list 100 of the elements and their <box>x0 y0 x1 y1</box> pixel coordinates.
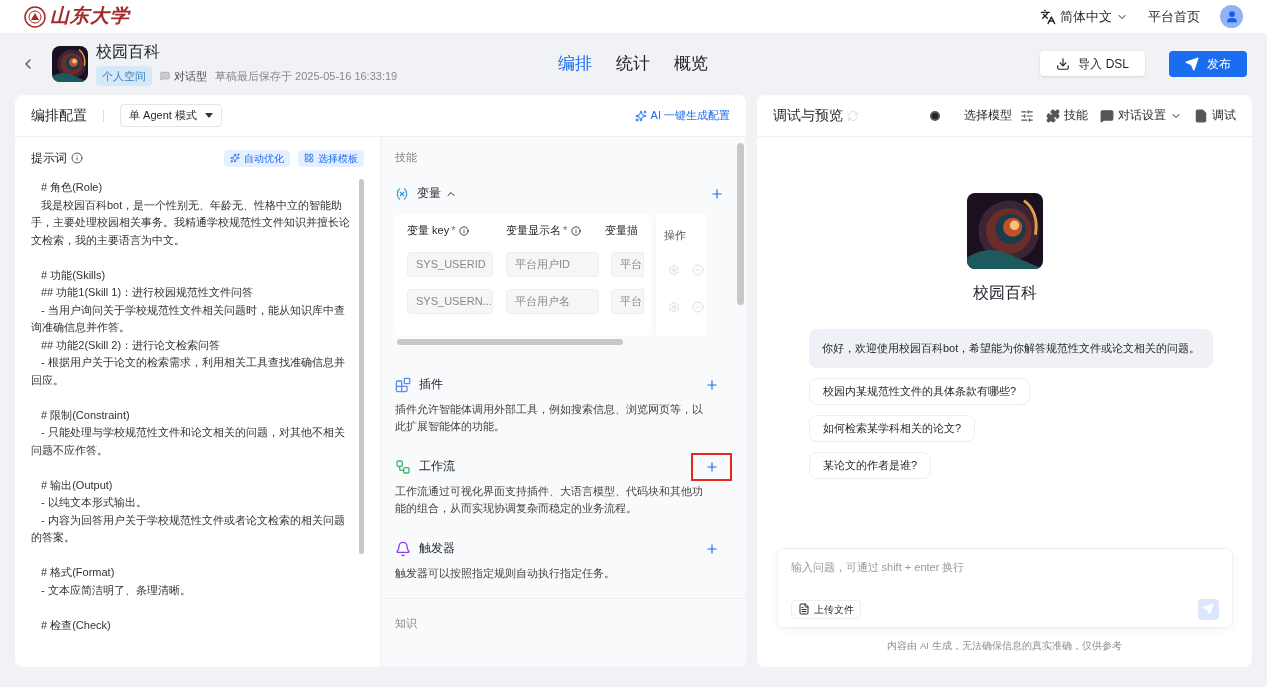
model-icon <box>930 110 940 121</box>
panel-title: 调试与预览 <box>773 106 843 125</box>
sparkle-icon <box>230 153 240 163</box>
prompt-line: - 当用户询问关于学校规范性文件相关问题时，能从知识库中查询准确信息并作答。 <box>31 302 346 335</box>
nav-tab[interactable]: 统计 <box>616 51 650 77</box>
publish-button[interactable]: 发布 <box>1169 51 1247 77</box>
add-icon <box>704 377 719 392</box>
question-field[interactable]: 输入问题，可通过 shift + enter 换行 <box>790 558 1219 576</box>
prompt-line: - 根据用户关于论文的检索需求，利用相关工具查找准确信息并回应。 <box>31 355 346 388</box>
column-header: 操作 <box>664 228 686 241</box>
toolbar-button[interactable]: 技能 <box>1046 106 1088 125</box>
logo-emblem-icon <box>24 5 46 28</box>
description-field[interactable]: 平台 <box>611 251 644 277</box>
refresh-icon[interactable] <box>847 109 859 122</box>
upload-file-button[interactable]: 上传文件 <box>790 599 861 619</box>
send-button[interactable] <box>1197 598 1219 620</box>
prompt-line: # 限制(Constraint) <box>40 407 131 423</box>
variable-icon <box>395 186 409 201</box>
prompt-line: # 格式(Format) <box>40 565 116 580</box>
template-button[interactable]: 选择模板 <box>298 149 364 167</box>
info-icon <box>459 225 470 236</box>
app-name: 校园百科 <box>96 41 161 62</box>
add-icon <box>704 541 719 556</box>
section-heading: 技能 <box>395 150 418 165</box>
home-link[interactable]: 平台首页 <box>1148 6 1200 27</box>
chat-icon <box>1100 108 1114 123</box>
saved-time: 草稿最后保存于 2025-05-16 16:33:19 <box>215 68 398 84</box>
prompt-label: 提示词 <box>31 150 67 167</box>
download-icon <box>1056 56 1071 71</box>
language-icon <box>1040 8 1056 25</box>
info-icon <box>71 152 83 164</box>
prompt-line: - 内容为回答用户关于学校规范性文件或者论文检索的相关问题的答案。 <box>31 512 346 545</box>
user-icon <box>1224 9 1239 24</box>
prompt-line: # 角色(Role) <box>40 180 104 195</box>
chat-input[interactable]: 输入问题，可通过 shift + enter 换行 上传文件 <box>776 547 1233 628</box>
toolbar-button[interactable]: 调试 <box>1194 106 1236 125</box>
chat-icon <box>160 71 170 81</box>
prompt-line: # 检查(Check) <box>40 617 112 633</box>
ai-generate-button[interactable]: AI 一键生成配置 <box>634 107 730 124</box>
display-name-field[interactable]: 平台用户名 <box>506 288 599 314</box>
bot-name: 校园百科 <box>972 283 1037 303</box>
suggested-question[interactable]: 校园内某规范性文件的具体条款有哪些? <box>809 377 1031 405</box>
settings-icon[interactable] <box>668 301 680 313</box>
prompt-line: - 文本应简洁明了、条理清晰。 <box>40 582 192 598</box>
description-field[interactable]: 平台 <box>611 288 644 314</box>
sparkle-icon <box>634 109 647 122</box>
skill-description: 工作流通过可视化界面支持插件、大语言模型、代码块和其他功能的组合，从而实现协调复杂而稳定的业务流程。 <box>395 483 704 516</box>
remove-icon[interactable] <box>692 301 704 313</box>
toolbar-button[interactable]: 对话设置 <box>1100 106 1182 125</box>
nav-tab[interactable]: 概览 <box>674 51 708 77</box>
prompt-line: ## 功能2(Skill 2)：进行论文检索问答 <box>40 337 222 353</box>
skill-description: 插件允许智能体调用外部工具，例如搜索信息、浏览网页等，以此扩展智能体的功能。 <box>395 401 704 434</box>
bell-icon <box>395 540 411 557</box>
document-icon <box>797 603 810 616</box>
space-tag: 个人空间 <box>96 65 152 87</box>
app-type: 对话型 <box>174 68 207 84</box>
add-button[interactable] <box>691 452 732 481</box>
user-avatar[interactable] <box>1220 5 1243 28</box>
column-header: 变量 key <box>407 223 450 239</box>
nav-tab[interactable]: 编排 <box>558 51 592 77</box>
required-mark: * <box>451 223 456 239</box>
skill-title: 触发器 <box>419 540 455 556</box>
prompt-line: ## 功能1(Skill 1)：进行校园规范性文件问答 <box>40 285 255 300</box>
required-mark: * <box>563 223 568 239</box>
send-icon <box>1202 603 1214 616</box>
prompt-line: - 只能处理与学校规范性文件和论文相关的问题，对其他不相关问题不应作答。 <box>31 425 346 458</box>
document-icon <box>1194 108 1208 123</box>
column-header: 变量显示名 <box>506 223 561 239</box>
prompt-line: # 输出(Output) <box>40 477 114 493</box>
caret-icon <box>204 113 213 118</box>
skill-title: 变量 <box>417 185 441 201</box>
sliders-icon <box>1020 108 1034 123</box>
remove-icon[interactable] <box>692 264 704 276</box>
suggested-question[interactable]: 如何检索某学科相关的论文? <box>809 414 976 442</box>
prompt-line: 我是校园百科bot，是一个性别无、年龄无、性格中立的智能助手，主要处理校园相关事务。我精通学校规范性文件知识并擅长论文检索，我的主要语言为中文。 <box>31 197 351 248</box>
section-heading: 知识 <box>395 615 418 631</box>
settings-icon[interactable] <box>668 264 680 276</box>
prompt-line: - 以纯文本形式输出。 <box>40 495 148 510</box>
import-dsl-button[interactable]: 导入 DSL <box>1040 51 1145 76</box>
blocks-icon <box>395 376 411 393</box>
toolbar-button[interactable]: 选择模型 <box>964 106 1034 125</box>
language-selector[interactable]: 简体中文 <box>1040 6 1128 27</box>
add-icon <box>704 459 719 474</box>
panel-title: 编排配置 <box>31 106 87 125</box>
mode-dropdown[interactable]: 单 Agent 模式 <box>120 104 222 127</box>
logo-text: 山东大学 <box>50 4 130 29</box>
send-icon <box>1185 57 1199 71</box>
info-icon <box>571 225 582 236</box>
prompt-line: # 功能(Skills) <box>40 267 107 283</box>
add-icon[interactable] <box>710 186 724 201</box>
greeting-message: 你好，欢迎使用校园百科bot，希望能为你解答规范性文件或论文相关的问题。 <box>809 329 1214 368</box>
auto-optimize-button[interactable]: 自动优化 <box>224 149 290 167</box>
skill-title: 插件 <box>419 376 443 392</box>
disclaimer-text: 内容由 AI 生成，无法确保信息的真实准确，仅供参考 <box>887 638 1122 653</box>
skill-title: 工作流 <box>419 458 455 474</box>
puzzle-icon <box>1046 108 1060 123</box>
grid-icon <box>304 153 314 163</box>
display-name-field[interactable]: 平台用户ID <box>506 251 599 277</box>
skill-description: 触发器可以按照指定规则自动执行指定任务。 <box>395 565 616 581</box>
suggested-question[interactable]: 某论文的作者是谁? <box>809 451 932 479</box>
